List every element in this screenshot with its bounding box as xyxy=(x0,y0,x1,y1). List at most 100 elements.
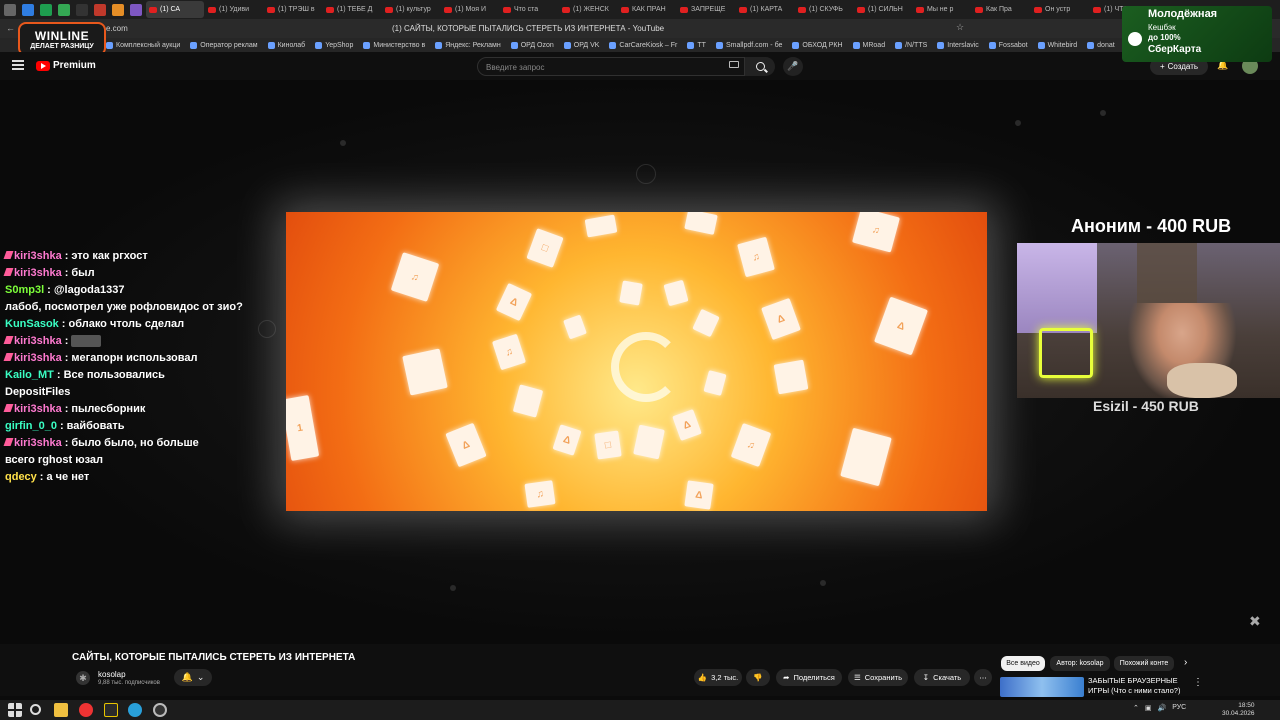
browser-tab[interactable]: (1) СКУФЬ xyxy=(795,1,853,18)
pinned-tab-icon[interactable] xyxy=(94,3,106,16)
sber-ad-line3: до 100% xyxy=(1148,33,1181,42)
browser-tab[interactable]: Что ста xyxy=(500,1,558,18)
pinned-tab-icon[interactable] xyxy=(22,3,34,16)
more-actions-button[interactable]: ⋯ xyxy=(974,669,992,686)
bookmark-label: Оператор реклам xyxy=(200,41,258,49)
related-more-icon[interactable]: ⋮ xyxy=(1193,677,1203,688)
chip-author[interactable]: Автор: kosolap xyxy=(1050,656,1110,671)
voice-search-button[interactable]: 🎤 xyxy=(783,57,803,76)
channel-name[interactable]: kosolap xyxy=(98,670,126,679)
pinned-tab-icon[interactable] xyxy=(112,3,124,16)
download-button[interactable]: ↧ Скачать xyxy=(914,669,970,686)
chip-all-videos[interactable]: Все видео xyxy=(1001,656,1045,671)
search-input[interactable]: Введите запрос xyxy=(477,57,745,76)
dislike-button[interactable]: 👎 xyxy=(746,669,770,686)
share-button[interactable]: ➦ Поделиться xyxy=(776,669,842,686)
pinned-tab-icon[interactable] xyxy=(58,3,70,16)
search-button[interactable] xyxy=(745,57,775,76)
bookmark-item[interactable]: ОРД Ozon xyxy=(510,41,554,49)
window-menu-icon[interactable] xyxy=(4,3,16,16)
bookmark-item[interactable]: YepShop xyxy=(315,41,353,49)
browser-tab[interactable]: (1) СА xyxy=(146,1,204,18)
bookmark-item[interactable]: Smallpdf.com - бе xyxy=(715,41,782,49)
bookmark-item[interactable]: Whitebird xyxy=(1037,41,1077,49)
tray-chevron-icon[interactable]: ⌃ xyxy=(1133,704,1139,712)
volume-icon[interactable]: 🔊 xyxy=(1158,704,1167,712)
pinned-tab-icon[interactable] xyxy=(76,3,88,16)
bookmark-icon[interactable]: ☆ xyxy=(956,22,964,33)
browser-tab[interactable]: (1) ЖЕНСК xyxy=(559,1,617,18)
clock[interactable]: 18:50 30.04.2026 xyxy=(1222,702,1255,718)
browser-tab[interactable]: Как Пра xyxy=(972,1,1030,18)
bookmark-item[interactable]: Оператор реклам xyxy=(190,41,258,49)
chat-separator: : xyxy=(59,420,64,432)
youtube-favicon-icon xyxy=(503,6,511,13)
browser-tab[interactable]: (1) ТЕБЕ Д xyxy=(323,1,381,18)
browser-tab[interactable]: ЗАПРЕЩЕ xyxy=(677,1,735,18)
related-video-thumbnail[interactable] xyxy=(1000,677,1084,697)
subscription-bell-button[interactable]: 🔔 ⌄ xyxy=(174,669,212,686)
bookmark-item[interactable]: Кинолаб xyxy=(267,41,305,49)
file-explorer-icon[interactable] xyxy=(54,703,68,717)
menu-icon[interactable] xyxy=(12,60,24,70)
chips-next-icon[interactable]: › xyxy=(1184,657,1187,668)
chip-related[interactable]: Похожий конте xyxy=(1114,656,1174,671)
browser-tab[interactable]: (1) КАРТА xyxy=(736,1,794,18)
sber-ad-overlay: Молодёжная Кешбэк до 100% СберКарта xyxy=(1122,6,1272,62)
chat-username: Kailo_MT xyxy=(5,369,54,381)
bookmark-item[interactable]: Fossabot xyxy=(988,41,1028,49)
obs-icon[interactable] xyxy=(153,703,167,717)
pinned-tab-icon[interactable] xyxy=(130,3,142,16)
donation-bottom: Esizil - 450 RUB xyxy=(1093,398,1199,414)
url-text[interactable]: e.com xyxy=(106,24,128,33)
chat-text: вайбовать xyxy=(66,420,125,432)
bookmark-item[interactable]: Комплексный аукци xyxy=(106,41,180,49)
pinned-tab-icon[interactable] xyxy=(40,3,52,16)
browser-tab[interactable]: (1) Удиви xyxy=(205,1,263,18)
channel-avatar[interactable]: ✱ xyxy=(76,671,90,685)
language-indicator[interactable]: РУС xyxy=(1172,704,1186,712)
chat-message: girfin_0_0: вайбовать xyxy=(5,418,235,435)
network-icon[interactable]: ▣ xyxy=(1145,704,1152,712)
bookmark-label: Fossabot xyxy=(998,41,1028,49)
browser-tab[interactable]: Он устр xyxy=(1031,1,1089,18)
more-dots-icon: ⋯ xyxy=(979,673,987,682)
related-video-title[interactable]: ЗАБЫТЫЕ БРАУЗЕРНЫЕ ИГРЫ (Что с ними стал… xyxy=(1088,676,1188,696)
bookmark-item[interactable]: CarCareKiosk – Fr xyxy=(609,41,677,49)
youtube-favicon-icon xyxy=(621,6,629,13)
address-bar: ← e.com (1) САЙТЫ, КОТОРЫЕ ПЫТАЛИСЬ СТЕР… xyxy=(0,19,1280,38)
bookmark-item[interactable]: ОРД VK xyxy=(563,41,599,49)
browser-tab[interactable]: (1) ТРЭШ в xyxy=(264,1,322,18)
bookmark-favicon-icon xyxy=(267,41,275,49)
browser-tab[interactable]: (1) СИЛЬН xyxy=(854,1,912,18)
bookmark-item[interactable]: donat xyxy=(1087,41,1115,49)
bookmark-item[interactable]: Interslavic xyxy=(937,41,979,49)
chat-separator: : xyxy=(47,284,51,296)
browser-tab[interactable]: (1) Моя И xyxy=(441,1,499,18)
youtube-logo[interactable]: Premium xyxy=(36,60,96,71)
browser-tab[interactable]: (1) культур xyxy=(382,1,440,18)
chat-username: kiri3shka xyxy=(14,437,62,449)
chat-message: kiri3shka: это как ргхост xyxy=(3,248,235,265)
bookmark-item[interactable]: Яндекс: Рекламн xyxy=(435,41,501,49)
bookmark-item[interactable]: MRoad xyxy=(852,41,885,49)
yandex-browser-icon[interactable] xyxy=(79,703,93,717)
windows-start-icon[interactable] xyxy=(8,703,22,717)
bookmark-item[interactable]: Министерство в xyxy=(363,41,425,49)
chat-text: @lagoda1337 xyxy=(53,284,125,296)
browser-tab-label: (1) Моя И xyxy=(455,6,487,13)
keyboard-icon[interactable] xyxy=(729,61,739,68)
browser-tab[interactable]: КАК ПРАН xyxy=(618,1,676,18)
app-icon[interactable] xyxy=(104,703,118,717)
save-button[interactable]: ☰ Сохранить xyxy=(848,669,908,686)
search-icon[interactable] xyxy=(30,704,41,715)
thumbs-up-icon: 👍 xyxy=(697,673,708,682)
bookmark-item[interactable]: TT xyxy=(687,41,706,49)
telegram-icon[interactable] xyxy=(128,703,142,717)
browser-tab[interactable]: Мы не р xyxy=(913,1,971,18)
back-arrow-icon[interactable]: ← xyxy=(6,23,16,33)
like-button[interactable]: 👍 3,2 тыс. xyxy=(694,669,742,686)
bookmark-item[interactable]: /N/TTS xyxy=(895,41,927,49)
bookmark-item[interactable]: ОБХОД РКН xyxy=(792,41,843,49)
chat-message: qdecy: а че нет xyxy=(5,469,235,486)
